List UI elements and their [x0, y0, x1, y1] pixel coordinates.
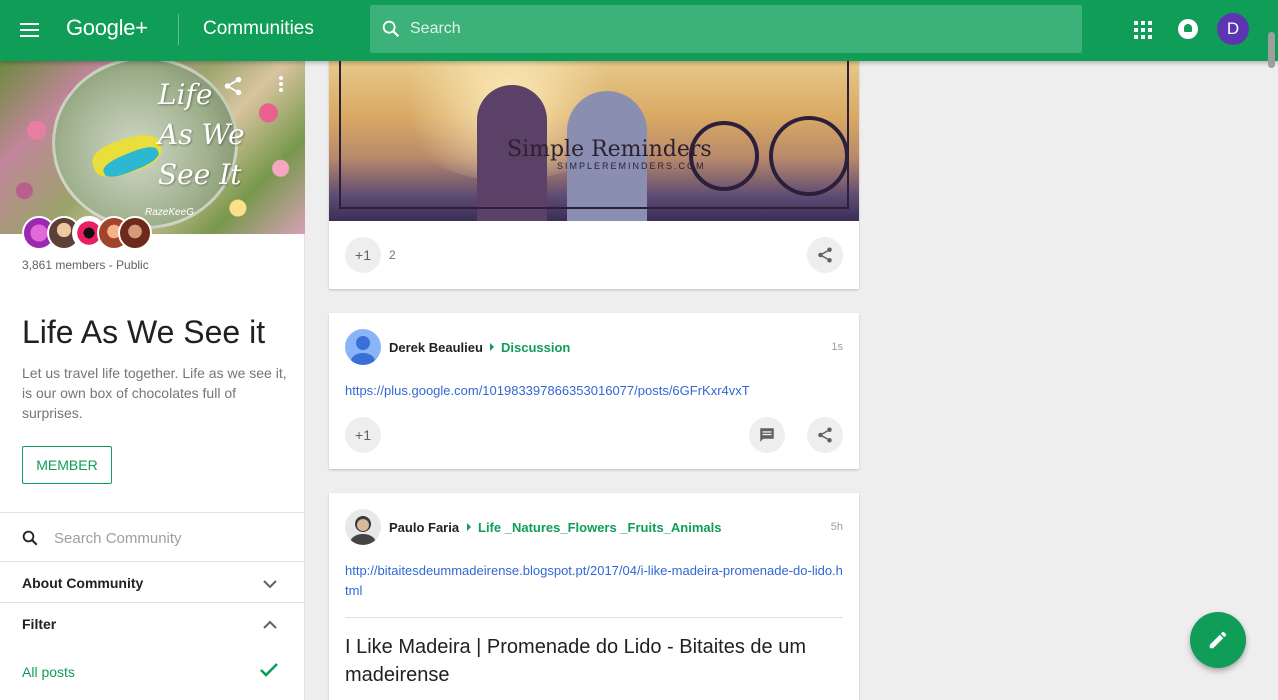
notifications-icon[interactable]	[1178, 19, 1198, 39]
comment-icon	[760, 428, 774, 442]
more-vert-icon[interactable]	[279, 76, 283, 92]
about-community-label: About Community	[22, 575, 144, 591]
avatar[interactable]	[345, 329, 381, 365]
community-sidebar: Life As We See It RazeKeeG 3,861 members…	[0, 61, 305, 700]
arrow-right-icon	[490, 343, 494, 351]
search-icon	[21, 529, 39, 552]
share-button[interactable]	[807, 417, 843, 453]
comment-button[interactable]	[749, 417, 785, 453]
cover-signature: RazeKeeG	[145, 207, 194, 218]
post-time[interactable]: 1s	[831, 341, 843, 353]
menu-icon[interactable]	[20, 23, 39, 37]
post-author[interactable]: Paulo Faria	[389, 520, 459, 535]
scrollbar-thumb[interactable]	[1268, 32, 1275, 68]
plus-one-button[interactable]: +1	[345, 237, 381, 273]
image-caption-title: Simple Reminders	[507, 137, 712, 162]
chevron-up-icon	[263, 617, 277, 635]
header-divider	[178, 14, 179, 45]
community-title: Life As We See it	[22, 314, 266, 350]
top-app-bar: Google+ Communities D	[0, 0, 1278, 61]
link-preview-title[interactable]: I Like Madeira | Promenade do Lido - Bit…	[345, 633, 835, 689]
post-category[interactable]: Life _Natures_Flowers _Fruits_Animals	[478, 520, 721, 535]
avatar[interactable]	[345, 509, 381, 545]
avatar[interactable]	[118, 216, 152, 250]
share-button[interactable]	[807, 237, 843, 273]
create-post-button[interactable]	[1190, 612, 1246, 668]
google-plus-logo[interactable]: Google+	[66, 15, 148, 41]
account-avatar[interactable]: D	[1217, 13, 1249, 45]
post-card: Simple Reminders SIMPLEREMINDERS.COM +1 …	[329, 61, 859, 289]
image-caption-subtitle: SIMPLEREMINDERS.COM	[557, 161, 706, 171]
post-link[interactable]: https://plus.google.com/1019833978663530…	[345, 381, 750, 401]
post-card: Derek Beaulieu Discussion 1s https://plu…	[329, 313, 859, 469]
filter-label: Filter	[22, 616, 57, 632]
arrow-right-icon	[467, 523, 471, 531]
search-input[interactable]	[410, 5, 1070, 53]
photo-frame	[339, 207, 849, 209]
member-count: 3,861 members - Public	[22, 258, 149, 272]
post-author[interactable]: Derek Beaulieu	[389, 340, 483, 355]
global-search[interactable]	[370, 5, 1082, 53]
search-community-input[interactable]	[54, 521, 284, 555]
plus-one-count: 2	[389, 248, 396, 262]
page-title[interactable]: Communities	[203, 18, 314, 40]
community-search[interactable]	[0, 513, 305, 561]
divider	[345, 617, 843, 618]
cover-text-line: See It	[158, 158, 242, 191]
post-link[interactable]: http://bitaitesdeummadeirense.blogspot.p…	[345, 561, 845, 601]
share-icon	[818, 247, 832, 263]
community-description: Let us travel life together. Life as we …	[22, 365, 287, 421]
search-icon	[380, 18, 402, 45]
photo-frame	[847, 61, 849, 209]
filter-toggle[interactable]: Filter	[0, 603, 305, 643]
share-icon	[818, 427, 832, 443]
apps-icon[interactable]	[1134, 21, 1152, 39]
chevron-down-icon	[263, 576, 277, 594]
photo-bike-wheel	[769, 116, 849, 196]
post-category[interactable]: Discussion	[501, 340, 570, 355]
post-time[interactable]: 5h	[831, 521, 843, 533]
photo-frame	[339, 61, 341, 209]
member-button[interactable]: MEMBER	[22, 446, 112, 484]
plus-one-button[interactable]: +1	[345, 417, 381, 453]
check-icon	[259, 662, 279, 683]
share-icon[interactable]	[222, 75, 244, 102]
post-image[interactable]: Simple Reminders SIMPLEREMINDERS.COM	[329, 61, 859, 221]
filter-all-posts[interactable]: All posts	[22, 664, 75, 680]
edit-icon	[1209, 631, 1227, 649]
about-community-toggle[interactable]: About Community	[0, 562, 305, 602]
cover-text-line: As We	[158, 118, 245, 151]
post-card: Paulo Faria Life _Natures_Flowers _Fruit…	[329, 493, 859, 700]
community-cover-image: Life As We See It RazeKeeG	[0, 61, 305, 234]
